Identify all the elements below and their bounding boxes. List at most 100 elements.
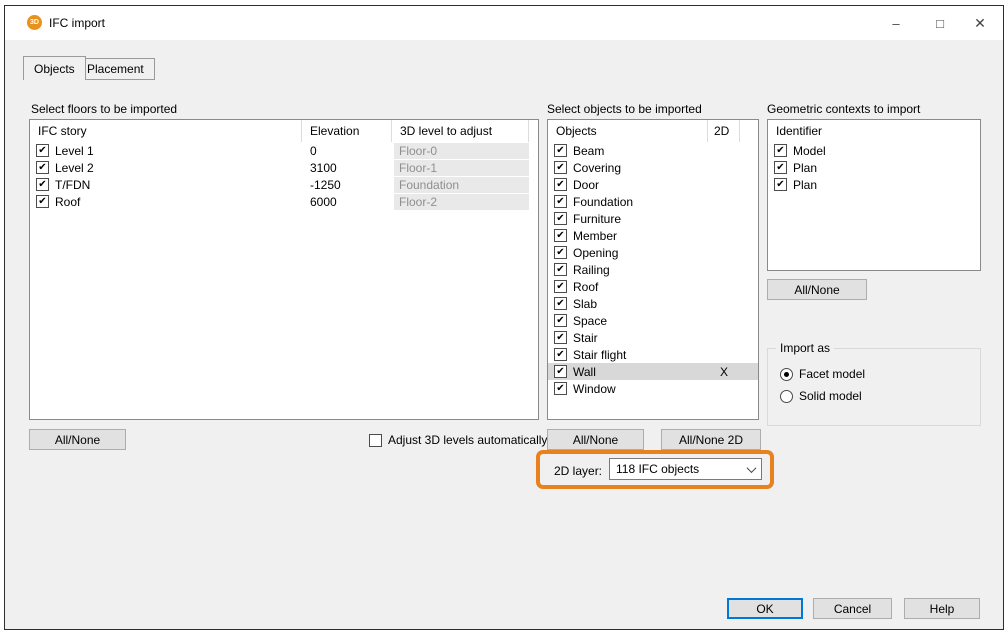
context-row: ✔ Model bbox=[768, 142, 980, 159]
2d-layer-combobox[interactable]: 118 IFC objects bbox=[609, 458, 762, 480]
floors-table[interactable]: IFC story Elevation 3D level to adjust ✔… bbox=[29, 119, 539, 420]
floor-story-label: Level 1 bbox=[55, 144, 94, 158]
checkbox-icon bbox=[369, 434, 382, 447]
context-label: Plan bbox=[793, 178, 817, 192]
objects-section-label: Select objects to be imported bbox=[547, 102, 702, 116]
tab-placement[interactable]: Placement bbox=[76, 58, 155, 80]
object-checkbox[interactable]: ✔ bbox=[554, 178, 567, 191]
floor-checkbox[interactable]: ✔ bbox=[36, 195, 49, 208]
object-label: Space bbox=[573, 314, 607, 328]
object-row: ✔Beam bbox=[548, 142, 758, 159]
object-label: Stair bbox=[573, 331, 598, 345]
context-checkbox[interactable]: ✔ bbox=[774, 144, 787, 157]
floor-story-label: Roof bbox=[55, 195, 80, 209]
object-checkbox[interactable]: ✔ bbox=[554, 365, 567, 378]
object-checkbox[interactable]: ✔ bbox=[554, 212, 567, 225]
floor-3d-level-cell[interactable]: Foundation bbox=[394, 177, 529, 193]
object-checkbox[interactable]: ✔ bbox=[554, 161, 567, 174]
minimize-icon[interactable]: – bbox=[881, 11, 911, 35]
floor-3d-level-cell[interactable]: Floor-2 bbox=[394, 194, 529, 210]
ok-button[interactable]: OK bbox=[727, 598, 803, 619]
floor-checkbox[interactable]: ✔ bbox=[36, 161, 49, 174]
object-checkbox[interactable]: ✔ bbox=[554, 297, 567, 310]
object-2d-flag: X bbox=[708, 365, 740, 379]
object-row: ✔ Window bbox=[548, 380, 758, 397]
contexts-list-header: Identifier bbox=[768, 120, 980, 142]
floor-row: ✔Roof6000Floor-2 bbox=[30, 193, 538, 210]
column-header-identifier: Identifier bbox=[768, 120, 928, 142]
object-checkbox[interactable]: ✔ bbox=[554, 348, 567, 361]
app-icon: 3D bbox=[27, 15, 42, 30]
contexts-all-none-button[interactable]: All/None bbox=[767, 279, 867, 300]
object-checkbox[interactable]: ✔ bbox=[554, 263, 567, 276]
context-label: Model bbox=[793, 144, 826, 158]
object-label: Slab bbox=[573, 297, 597, 311]
object-checkbox[interactable]: ✔ bbox=[554, 195, 567, 208]
tab-objects[interactable]: Objects bbox=[23, 56, 86, 80]
object-label: Window bbox=[573, 382, 616, 396]
objects-all-none-button[interactable]: All/None bbox=[547, 429, 644, 450]
object-row: ✔ Foundation bbox=[548, 193, 758, 210]
ifc-import-dialog: 3D IFC import – □ ✕ Objects Placement Se… bbox=[4, 5, 1004, 630]
object-row: ✔ Covering bbox=[548, 159, 758, 176]
floor-elevation: 0 bbox=[302, 144, 392, 158]
cancel-button[interactable]: Cancel bbox=[813, 598, 892, 619]
floors-section-label: Select floors to be imported bbox=[31, 102, 177, 116]
context-checkbox[interactable]: ✔ bbox=[774, 161, 787, 174]
window-title: IFC import bbox=[49, 16, 105, 30]
column-header-2d: 2D bbox=[708, 120, 740, 142]
object-row: ✔WallX bbox=[548, 363, 758, 380]
object-checkbox[interactable]: ✔ bbox=[554, 144, 567, 157]
object-checkbox[interactable]: ✔ bbox=[554, 246, 567, 259]
object-row: ✔ Stair bbox=[548, 329, 758, 346]
object-label: Member bbox=[573, 229, 617, 243]
object-row: ✔ Roof bbox=[548, 278, 758, 295]
radio-icon bbox=[780, 368, 793, 381]
maximize-icon[interactable]: □ bbox=[925, 11, 955, 35]
floors-table-header: IFC story Elevation 3D level to adjust bbox=[30, 120, 538, 142]
object-label: Stair flight bbox=[573, 348, 626, 362]
floor-story-label: T/FDN bbox=[55, 178, 90, 192]
floor-3d-level-cell[interactable]: Floor-0 bbox=[394, 143, 529, 159]
object-row: ✔ Slab bbox=[548, 295, 758, 312]
object-row: ✔ Space bbox=[548, 312, 758, 329]
2d-layer-label: 2D layer: bbox=[554, 464, 602, 478]
import-as-option[interactable]: Solid model bbox=[768, 385, 980, 407]
floor-elevation: -1250 bbox=[302, 178, 392, 192]
context-checkbox[interactable]: ✔ bbox=[774, 178, 787, 191]
object-label: Roof bbox=[573, 280, 598, 294]
floor-checkbox[interactable]: ✔ bbox=[36, 178, 49, 191]
objects-all-none-2d-button[interactable]: All/None 2D bbox=[661, 429, 761, 450]
objects-list[interactable]: Objects 2D ✔Beam✔Covering✔Door✔Foundatio… bbox=[547, 119, 759, 420]
object-checkbox[interactable]: ✔ bbox=[554, 229, 567, 242]
radio-label: Solid model bbox=[799, 389, 862, 403]
radio-label: Facet model bbox=[799, 367, 865, 381]
column-header-objects: Objects bbox=[548, 120, 708, 142]
import-as-group: Import as Facet modelSolid model bbox=[767, 348, 981, 426]
object-label: Covering bbox=[573, 161, 621, 175]
object-label: Foundation bbox=[573, 195, 633, 209]
object-checkbox[interactable]: ✔ bbox=[554, 280, 567, 293]
object-label: Opening bbox=[573, 246, 618, 260]
object-row: ✔Furniture bbox=[548, 210, 758, 227]
import-as-option[interactable]: Facet model bbox=[768, 363, 980, 385]
object-checkbox[interactable]: ✔ bbox=[554, 314, 567, 327]
column-header-ifc-story: IFC story bbox=[30, 120, 302, 142]
floors-all-none-button[interactable]: All/None bbox=[29, 429, 126, 450]
object-checkbox[interactable]: ✔ bbox=[554, 382, 567, 395]
context-row: ✔Plan bbox=[768, 159, 980, 176]
floor-3d-level-cell[interactable]: Floor-1 bbox=[394, 160, 529, 176]
contexts-list[interactable]: Identifier ✔Model✔Plan✔Plan bbox=[767, 119, 981, 271]
object-label: Railing bbox=[573, 263, 610, 277]
object-checkbox[interactable]: ✔ bbox=[554, 331, 567, 344]
title-bar: 3D IFC import – □ ✕ bbox=[5, 6, 1003, 40]
radio-icon bbox=[780, 390, 793, 403]
floors-rows: ✔Level 10Floor-0✔Level 23100Floor-1✔T/FD… bbox=[30, 142, 538, 210]
adjust-3d-levels-checkbox[interactable]: Adjust 3D levels automatically bbox=[369, 433, 547, 447]
floor-checkbox[interactable]: ✔ bbox=[36, 144, 49, 157]
import-as-label: Import as bbox=[776, 341, 834, 355]
floor-story-label: Level 2 bbox=[55, 161, 94, 175]
close-icon[interactable]: ✕ bbox=[965, 11, 995, 35]
objects-list-header: Objects 2D bbox=[548, 120, 758, 142]
help-button[interactable]: Help bbox=[904, 598, 980, 619]
